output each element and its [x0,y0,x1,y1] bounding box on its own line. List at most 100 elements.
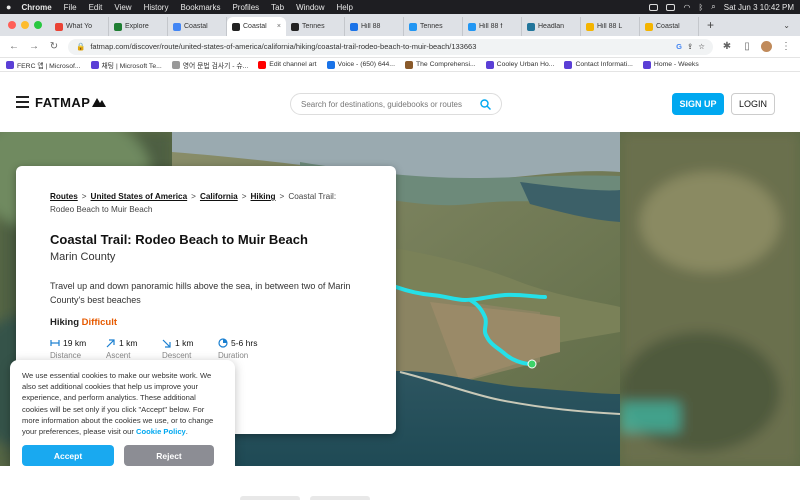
tab-favicon-icon [350,22,358,31]
back-icon[interactable]: ← [8,41,20,52]
stat-ascent: 1 km Ascent [106,338,162,360]
reject-cookies-button[interactable]: Reject [124,445,214,467]
browser-tab[interactable]: Headlan [522,17,581,36]
site-header: FATMAP Search for destinations, guideboo… [0,72,800,132]
address-bar[interactable]: 🔒 fatmap.com/discover/route/united-state… [68,38,713,55]
tab-title: Hill 88 f [479,23,503,30]
tab-favicon-icon [586,22,594,31]
bookmark-item[interactable]: Voice - (650) 644... [326,60,395,69]
menu-window[interactable]: Window [296,3,324,12]
menu-history[interactable]: History [144,3,169,12]
tab-favicon-icon [55,22,63,31]
browser-tab[interactable]: Hill 88 L [581,17,640,36]
apple-icon[interactable]: ● [6,2,11,12]
profile-avatar[interactable] [761,41,772,52]
share-icon[interactable]: ⇪ [687,42,693,51]
menu-file[interactable]: File [64,3,77,12]
login-button[interactable]: LOGIN [731,93,775,115]
menu-view[interactable]: View [114,3,131,12]
menu-help[interactable]: Help [337,3,353,12]
bookmark-item[interactable]: FERC 앱 | Microsof... [6,60,81,70]
zoom-window-button[interactable] [34,21,42,29]
tab-title: Coastal [184,23,208,30]
bookmark-label: Home - Weeks [653,61,699,68]
breadcrumb-state[interactable]: California [200,192,238,201]
route-stats: 19 km Distance 1 km Ascent 1 km Descent … [50,338,362,360]
route-description: Travel up and down panoramic hills above… [50,281,351,305]
forward-icon[interactable]: → [28,41,40,52]
search-icon[interactable]: ⌕ [711,2,715,12]
bookmark-item[interactable]: Cooley Urban Ho... [485,60,555,69]
browser-tab[interactable]: Coastal [168,17,227,36]
search-icon[interactable] [480,98,491,110]
breadcrumb-routes[interactable]: Routes [50,192,78,201]
bookmark-label: Edit channel art [269,61,317,68]
route-grade: Hiking Difficult [50,317,362,328]
signup-button[interactable]: SIGN UP [672,93,724,115]
extensions-icon[interactable]: ✱ [721,41,733,52]
tab-favicon-icon [527,22,535,31]
tab-favicon-icon [291,22,299,31]
stat-duration: 5-6 hrs Duration [218,338,288,360]
browser-tab[interactable]: Hill 88 f [463,17,522,36]
menu-app-name[interactable]: Chrome [21,3,51,12]
sidepanel-icon[interactable]: ▯ [741,41,753,52]
browser-tab[interactable]: Hill 88 [345,17,404,36]
breadcrumb-activity[interactable]: Hiking [251,192,276,201]
tab-pill[interactable] [310,496,370,500]
new-tab-button[interactable]: + [707,18,714,32]
bookmark-favicon-icon [404,60,413,69]
bookmark-favicon-icon [258,60,267,69]
bookmark-item[interactable]: The Comprehensi... [404,60,476,69]
breadcrumb-country[interactable]: United States of America [91,192,188,201]
tab-pill[interactable] [240,496,300,500]
wifi-icon[interactable]: ◠ [683,3,690,12]
more-menu-icon[interactable]: ⋮ [780,41,792,52]
search-box[interactable]: Search for destinations, guidebooks or r… [290,93,502,115]
tab-title: Headlan [538,23,565,30]
stat-descent: 1 km Descent [162,338,218,360]
tab-search-chevron-icon[interactable]: ⌄ [783,21,790,30]
menu-edit[interactable]: Edit [89,3,103,12]
tab-title: Hill 88 L [597,23,623,30]
bookmark-label: Contact Informati... [575,61,633,68]
bookmark-item[interactable]: 영어 문법 검사기 - 슈... [171,60,248,70]
stat-ascent-value: 1 km [119,338,138,348]
stat-distance: 19 km Distance [50,338,106,360]
accept-cookies-button[interactable]: Accept [22,445,114,467]
bookmark-item[interactable]: Edit channel art [258,60,317,69]
browser-tab[interactable]: Coastal × [227,17,286,36]
battery-icon[interactable] [666,3,676,11]
browser-tab[interactable]: Tennes [404,17,463,36]
bookmark-item[interactable]: 채팅 | Microsoft Te... [90,60,162,70]
hamburger-menu-icon[interactable] [16,96,29,108]
tab-title: What Yo [66,23,93,30]
browser-tab[interactable]: Tennes [286,17,345,36]
difficulty-label: Difficult [81,317,118,328]
reload-icon[interactable]: ↻ [48,41,60,52]
google-icon[interactable]: G [676,42,682,51]
bookmark-label: The Comprehensi... [415,61,476,68]
datetime[interactable]: Sat Jun 3 10:42 PM [724,3,794,12]
bookmark-label: Cooley Urban Ho... [496,61,555,68]
bluetooth-icon[interactable]: ᛒ [698,3,703,12]
browser-tab[interactable]: What Yo [50,17,109,36]
bookmark-item[interactable]: Home - Weeks [642,60,699,69]
menu-tab[interactable]: Tab [271,3,284,12]
tab-title: Explore [125,23,149,30]
bookmark-item[interactable]: Contact Informati... [564,60,633,69]
browser-tab[interactable]: Explore [109,17,168,36]
bookmark-star-icon[interactable]: ☆ [698,42,705,51]
url-text: fatmap.com/discover/route/united-states-… [90,42,477,51]
flag-icon[interactable] [649,3,659,11]
browser-tab[interactable]: Coastal [640,17,699,36]
menu-profiles[interactable]: Profiles [232,3,259,12]
close-window-button[interactable] [8,21,16,29]
menu-bookmarks[interactable]: Bookmarks [180,3,220,12]
minimize-window-button[interactable] [21,21,29,29]
cookie-text: We use essential cookies to make our web… [22,370,223,437]
bookmark-favicon-icon [564,60,573,69]
fatmap-logo[interactable]: FATMAP [35,95,107,110]
cookie-policy-link[interactable]: Cookie Policy [136,427,186,436]
close-tab-icon[interactable]: × [277,23,281,30]
